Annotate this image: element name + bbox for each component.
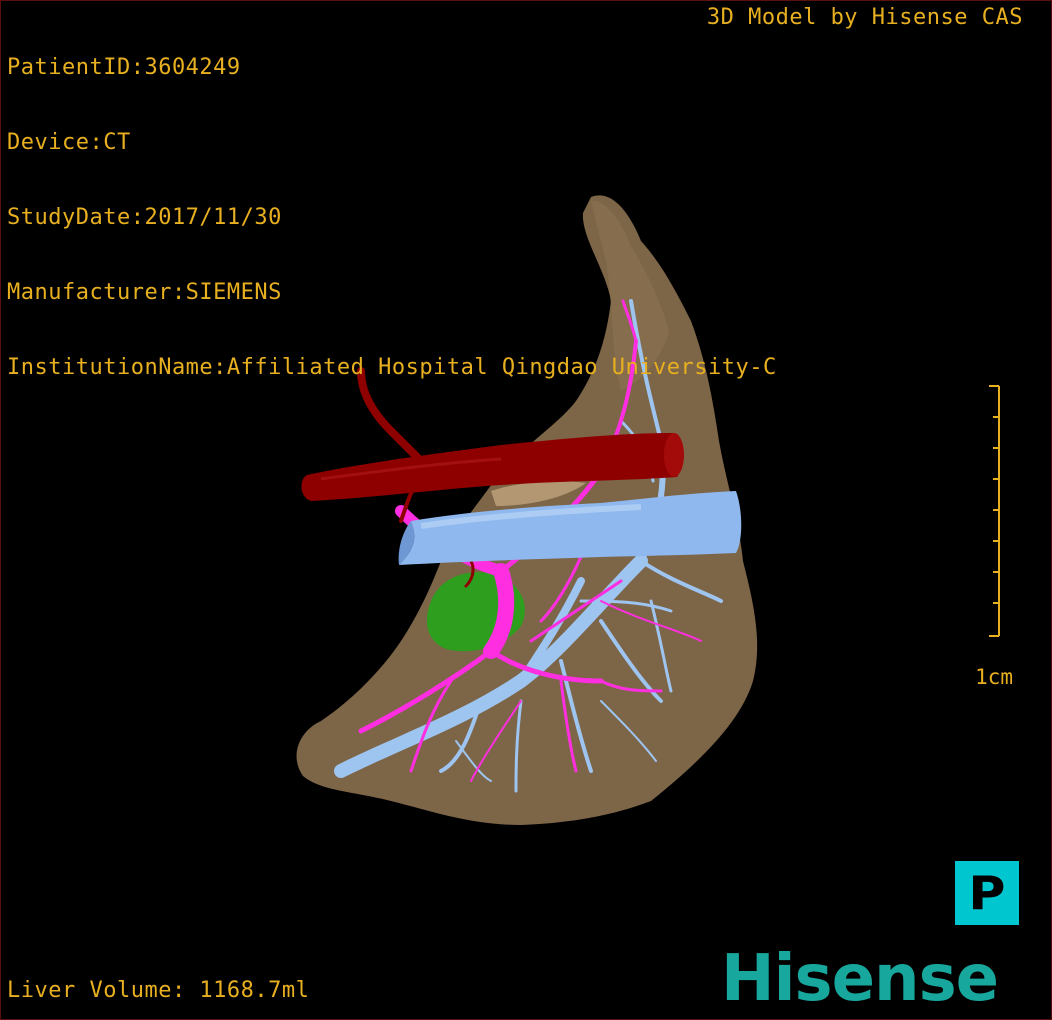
- 3d-viewport[interactable]: PatientID:3604249 Device:CT StudyDate:20…: [0, 0, 1052, 1020]
- study-info-panel: PatientID:3604249 Device:CT StudyDate:20…: [7, 5, 777, 430]
- liver-volume-text: Liver Volume: 1168.7ml: [7, 978, 310, 1003]
- study-date-text: StudyDate:2017/11/30: [7, 205, 282, 230]
- orientation-marker-button[interactable]: P: [955, 861, 1019, 925]
- scale-bar: [989, 385, 1000, 637]
- scale-label: 1cm: [975, 665, 1013, 689]
- patient-id-text: PatientID:3604249: [7, 55, 241, 80]
- manufacturer-text: Manufacturer:SIEMENS: [7, 280, 282, 305]
- model-credit-text: 3D Model by Hisense CAS: [706, 5, 1023, 30]
- orientation-label: P: [968, 866, 1006, 920]
- hisense-logo: Hisense: [721, 942, 999, 1016]
- institution-text: InstitutionName:Affiliated Hospital Qing…: [7, 355, 777, 380]
- device-text: Device:CT: [7, 130, 131, 155]
